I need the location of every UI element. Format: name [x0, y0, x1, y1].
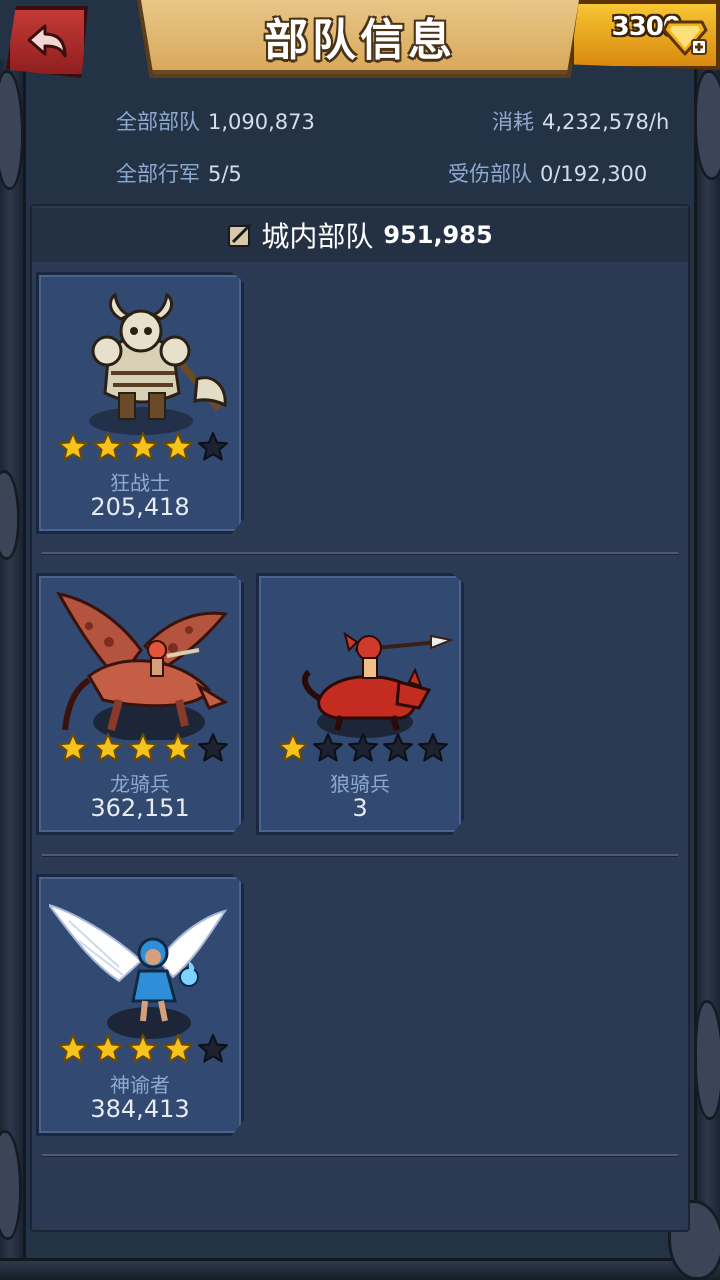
frame-left	[0, 60, 26, 1260]
unit-card-oracle[interactable]: 神谕者 384,413	[36, 874, 244, 1136]
stat-wounded: 受伤部队 0/192,300	[448, 158, 647, 188]
star-rating	[277, 732, 449, 766]
star-empty-icon	[418, 733, 448, 762]
unit-card-wolf-rider[interactable]: 狼骑兵 3	[256, 573, 464, 835]
unit-name: 狼骑兵	[330, 772, 390, 796]
stat-marches: 全部行军 5/5	[116, 158, 242, 188]
unit-name: 神谕者	[110, 1073, 170, 1097]
page-title: 部队信息	[264, 15, 456, 66]
section-header: 城内部队 951,985	[32, 208, 688, 262]
stat-consumption-value: 4,232,578/h	[542, 110, 670, 134]
section-count: 951,985	[383, 221, 493, 249]
star-filled-icon	[163, 733, 193, 762]
stat-marches-label: 全部行军	[116, 162, 200, 186]
stat-consumption: 消耗 4,232,578/h	[492, 106, 669, 136]
gem-plus-icon[interactable]	[662, 14, 708, 58]
unit-count: 362,151	[90, 794, 190, 822]
stat-wounded-value: 0/192,300	[540, 162, 648, 186]
star-filled-icon	[163, 1034, 193, 1063]
unit-card-dragon-rider[interactable]: 龙骑兵 362,151	[36, 573, 244, 835]
back-arrow-icon	[27, 24, 67, 58]
stat-consumption-label: 消耗	[492, 110, 534, 134]
star-filled-icon	[163, 432, 193, 461]
row-divider	[42, 552, 678, 554]
star-filled-icon	[58, 432, 88, 461]
star-filled-icon	[93, 733, 123, 762]
berserker-portrait	[89, 292, 227, 435]
star-filled-icon	[58, 733, 88, 762]
dragon-rider-portrait	[56, 591, 229, 740]
section-title: 城内部队	[261, 220, 374, 253]
star-empty-icon	[198, 432, 228, 461]
frame-rock	[694, 1000, 720, 1120]
star-filled-icon	[93, 432, 123, 461]
stat-all-troops-value: 1,090,873	[208, 110, 315, 134]
star-empty-icon	[348, 733, 378, 762]
star-rating	[57, 431, 229, 465]
back-button[interactable]	[6, 6, 88, 78]
unit-count: 205,418	[90, 493, 190, 521]
stat-wounded-label: 受伤部队	[448, 162, 532, 186]
star-filled-icon	[58, 1034, 88, 1063]
unit-card-berserker[interactable]: 狂战士 205,418	[36, 272, 244, 534]
star-empty-icon	[198, 733, 228, 762]
stat-all-troops-label: 全部部队	[116, 110, 200, 134]
unit-name: 龙骑兵	[110, 772, 170, 796]
star-filled-icon	[128, 1034, 158, 1063]
star-empty-icon	[313, 733, 343, 762]
star-filled-icon	[128, 432, 158, 461]
frame-bottom	[0, 1258, 720, 1280]
star-empty-icon	[198, 1034, 228, 1063]
sword-scroll-icon	[228, 224, 252, 247]
frame-rock	[694, 70, 720, 180]
star-filled-icon	[93, 1034, 123, 1063]
star-filled-icon	[128, 733, 158, 762]
unit-count: 384,413	[90, 1095, 190, 1123]
wolf-rider-portrait	[301, 631, 453, 738]
unit-name: 狂战士	[110, 471, 170, 495]
star-rating	[57, 732, 229, 766]
star-filled-icon	[278, 733, 308, 762]
row-divider	[42, 854, 678, 856]
star-rating	[57, 1033, 229, 1067]
unit-count: 3	[352, 794, 368, 822]
stat-marches-value: 5/5	[208, 162, 242, 186]
stat-all-troops: 全部部队 1,090,873	[116, 106, 315, 136]
oracle-portrait	[49, 903, 228, 1039]
row-divider	[42, 1154, 678, 1156]
star-empty-icon	[383, 733, 413, 762]
